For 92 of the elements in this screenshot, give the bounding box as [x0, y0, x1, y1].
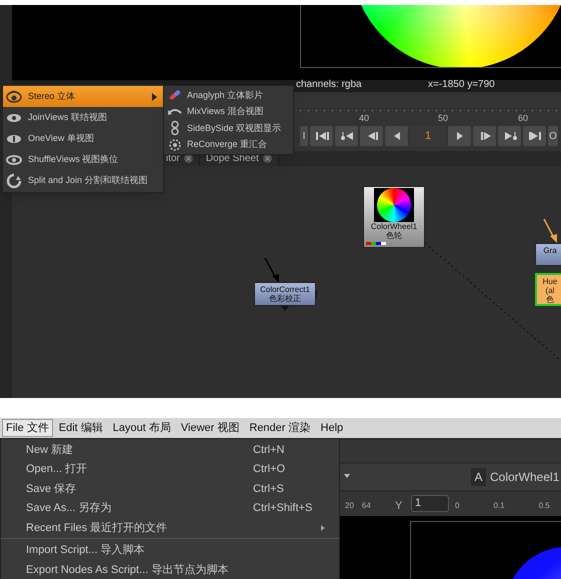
menu-label: New 新建: [26, 442, 74, 458]
menu-label: Save 保存: [26, 482, 78, 496]
menu-item[interactable]: Split and Join 分割和联结视图: [3, 170, 163, 191]
menu-label: Anaglyph 立体影片: [187, 88, 264, 102]
tab-label: itor: [166, 152, 180, 164]
shortcut-label: Ctrl+S: [253, 482, 285, 496]
submenu-arrow-icon: [321, 524, 325, 531]
menu-item[interactable]: Open... 打开 Ctrl+O: [1, 460, 339, 479]
menu-label: Split and Join 分割和联结视图: [28, 174, 149, 187]
node[interactable]: ColorCorrect1 色彩校正: [254, 282, 316, 306]
menu-item[interactable]: MixViews 混合视图: [164, 104, 293, 120]
node[interactable]: Gra: [535, 243, 561, 266]
stereo-eye-icon: [6, 88, 22, 104]
skip-start-button[interactable]: [310, 126, 333, 146]
menu-item[interactable]: Export Nodes As Script... 导出节点为脚本: [1, 560, 339, 579]
input-label: A: [471, 468, 486, 486]
ruler-label: 0.5: [538, 500, 550, 512]
ruler-label: 0.1: [493, 500, 505, 512]
node-label: (al: [546, 286, 554, 295]
node[interactable]: ColorWheel1 色轮: [363, 186, 425, 248]
play-button[interactable]: [448, 126, 471, 146]
menu-bar-item[interactable]: Edit 编辑: [54, 419, 107, 437]
menu-item[interactable]: ShuffleViews 视图换位: [3, 149, 163, 170]
menu-item[interactable]: New 新建 Ctrl+N: [1, 440, 339, 460]
node-label: 色: [546, 295, 554, 304]
node-name-field[interactable]: ColorWheel1: [490, 468, 560, 486]
step-back-button[interactable]: [360, 126, 383, 146]
gear-icon: [167, 136, 183, 153]
menu-label: JoinViews 联结视图: [28, 110, 108, 124]
channel-info: channels: rgba: [296, 79, 362, 91]
menu-bar-item[interactable]: Viewer 视图: [176, 419, 244, 437]
menu-label: Open... 打开: [26, 462, 88, 477]
skip-end-button[interactable]: [523, 126, 546, 146]
menu-label: Recent Files 最近打开的文件: [26, 520, 168, 536]
shortcut-label: Ctrl+Shift+S: [253, 501, 314, 516]
previous-keyframe-button[interactable]: [335, 126, 358, 146]
menu-item[interactable]: Import Script... 导入脚本: [1, 538, 339, 560]
play-backward-icon: [394, 132, 400, 140]
shortcut-label: Ctrl+O: [253, 462, 286, 477]
out-point-button[interactable]: O: [548, 126, 558, 146]
play-backward-button[interactable]: [385, 126, 408, 146]
menu-bar-item[interactable]: File 文件: [2, 419, 53, 437]
y-label: Y: [395, 499, 402, 514]
menu-item[interactable]: Recent Files 最近打开的文件: [1, 518, 339, 538]
menu-label: OneView 单视图: [28, 132, 95, 145]
node-label: Hue: [542, 277, 558, 286]
menu-label: MixViews 混合视图: [187, 105, 264, 118]
menu-bar-item[interactable]: Help: [316, 419, 348, 437]
dropdown-caret-icon[interactable]: [344, 474, 350, 478]
node-label: ColorCorrect1: [260, 285, 310, 294]
menu-item[interactable]: Anaglyph 立体影片: [164, 87, 293, 104]
submenu-arrow-icon: [152, 92, 157, 100]
connection-arrow: [543, 218, 557, 243]
tick-label: 60: [518, 113, 528, 123]
menu-item[interactable]: ReConverge 重汇合: [164, 136, 293, 153]
tick-label: 50: [438, 113, 448, 123]
step-forward-button[interactable]: [473, 126, 496, 146]
menu-item[interactable]: OneView 单视图: [3, 128, 163, 149]
node-label: Gra: [543, 246, 557, 255]
shortcut-label: Ctrl+N: [253, 442, 286, 458]
menu-bar-item[interactable]: Render 渲染: [245, 419, 315, 437]
menu-item[interactable]: Save As... 另存为 Ctrl+Shift+S: [1, 498, 339, 518]
in-point-button[interactable]: I: [300, 126, 308, 146]
menu-bar-item[interactable]: Layout 布局: [108, 419, 175, 437]
menu-label: ReConverge 重汇合: [187, 138, 268, 151]
ruler-label: 64: [362, 500, 371, 512]
ruler-label: 20: [345, 500, 354, 512]
menu-item[interactable]: SideBySide 双视图显示: [164, 120, 293, 136]
y-input[interactable]: 1: [411, 495, 449, 512]
connection-arrow: [264, 258, 279, 283]
output-arrow: [281, 306, 289, 311]
menu-item[interactable]: Save 保存 Ctrl+S: [1, 479, 339, 498]
tick-label: 40: [359, 113, 370, 123]
node-label: 色彩校正: [269, 294, 301, 303]
menu-label: SideBySide 双视图显示: [187, 122, 282, 135]
node-label: 色轮: [386, 231, 402, 240]
play-icon: [456, 132, 462, 140]
menu-label: Export Nodes As Script... 导出节点为脚本: [26, 562, 230, 578]
menu-label: Save As... 另存为: [26, 501, 113, 516]
next-keyframe-button[interactable]: [498, 126, 521, 146]
frame-field[interactable]: 1: [410, 126, 446, 146]
ruler-label: 0: [455, 500, 460, 512]
node-label: ColorWheel1: [370, 222, 418, 231]
menu-label: ShuffleViews 视图换位: [28, 152, 120, 166]
split-arrow-icon: [6, 172, 22, 188]
menu-item[interactable]: JoinViews 联结视图: [3, 107, 163, 128]
cursor-coordinates: x=-1850 y=790: [428, 79, 495, 91]
menu-label: Stereo 立体: [28, 90, 76, 103]
channel-swatches: [366, 242, 386, 245]
menu-item[interactable]: Stereo 立体: [3, 86, 163, 107]
menu-label: Import Script... 导入脚本: [26, 543, 146, 558]
node[interactable]: Hue (al 色: [535, 273, 561, 306]
